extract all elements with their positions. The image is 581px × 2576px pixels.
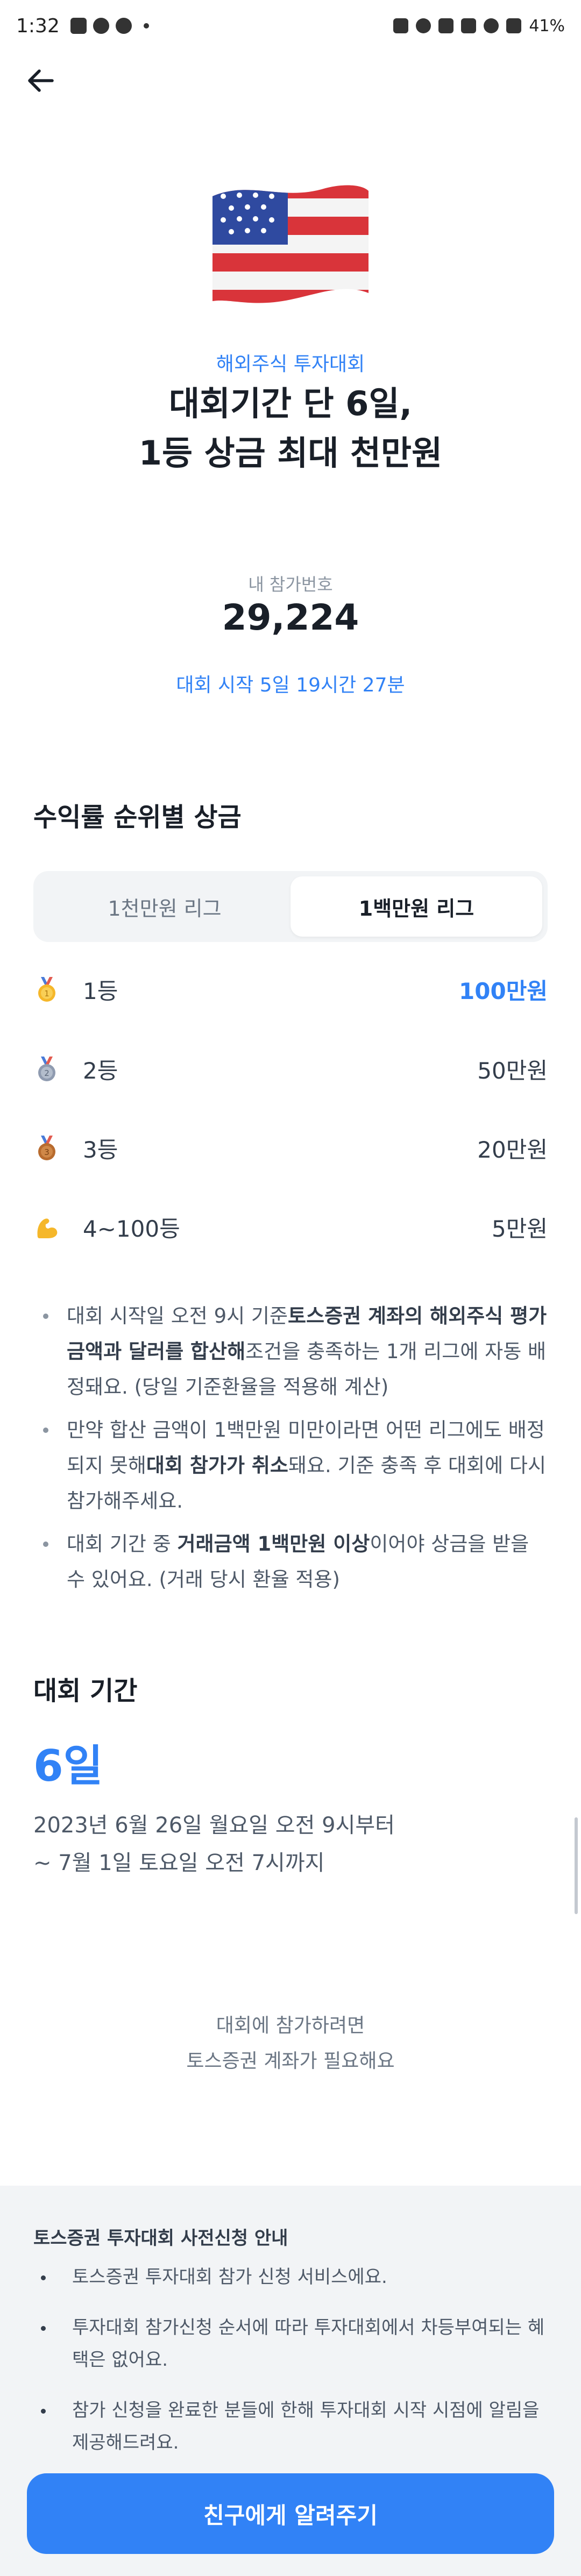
guide-item: 토스증권 투자대회 참가 신청 서비스에요. (33, 2261, 548, 2293)
guide-item: 참가 신청을 완료한 분들에 한해 투자대회 시작 시점에 알림을 제공해드려요… (33, 2394, 548, 2459)
svg-text:1: 1 (44, 989, 49, 998)
share-with-friends-button[interactable]: 친구에게 알려주기 (27, 2473, 554, 2554)
chat-bubble-icon (93, 18, 109, 34)
flexed-bicep-icon (37, 1218, 58, 1238)
headline-line-1: 대회기간 단 6일, (168, 384, 413, 423)
prize-rank: 3등 (83, 1136, 118, 1163)
battery-level: 41% (529, 16, 565, 35)
prize-amount: 5만원 (491, 1215, 548, 1242)
prize-notes: 대회 시작일 오전 9시 기준토스증권 계좌의 해외주식 평가금액과 달러를 합… (33, 1298, 548, 1605)
prize-row-4: 4~100등 5만원 (33, 1203, 548, 1251)
talk-icon (115, 18, 132, 34)
start-countdown: 대회 시작 5일 19시간 27분 (176, 674, 405, 696)
tab-10m-league[interactable]: 1천만원 리그 (39, 876, 290, 937)
contest-category: 해외주식 투자대회 (216, 353, 365, 375)
prize-row-3: 3 3등 20만원 (33, 1124, 548, 1172)
nfc-icon (393, 18, 409, 33)
period-days: 6일 (33, 1741, 103, 1791)
prize-amount: 50만원 (477, 1057, 548, 1084)
silver-medal-icon: 2 (38, 1057, 55, 1081)
back-button[interactable] (22, 62, 59, 99)
guide-title: 토스증권 투자대회 사전신청 안내 (33, 2228, 288, 2249)
alarm-icon (416, 18, 431, 33)
mute-icon (461, 18, 477, 33)
prize-amount: 100만원 (459, 977, 548, 1004)
status-bar: 1:32 41% (0, 0, 581, 52)
us-flag-icon (212, 185, 369, 303)
scrollbar[interactable] (575, 1817, 578, 1914)
prize-section-title: 수익률 순위별 상금 (33, 802, 242, 832)
prize-note-2: 만약 합산 금액이 1백만원 미만이라면 어떤 리그에도 배정되지 못해대회 참… (33, 1412, 548, 1519)
prize-row-2: 2 2등 50만원 (33, 1045, 548, 1093)
entry-number: 29,224 (222, 597, 359, 638)
bronze-medal-icon: 3 (38, 1136, 55, 1160)
gold-medal-icon: 1 (38, 977, 55, 1002)
join-hint: 대회에 참가하려면 토스증권 계좌가 필요해요 (186, 2015, 395, 2072)
entry-number-label: 내 참가번호 (248, 574, 333, 595)
status-time: 1:32 (16, 15, 60, 37)
prize-row-1: 1 1등 100만원 (33, 965, 548, 1014)
gallery-icon (70, 18, 87, 34)
period-end: ~ 7월 1일 토요일 오전 7시까지 (33, 1851, 325, 1875)
prize-rank: 4~100등 (83, 1215, 180, 1242)
back-arrow-icon (28, 69, 54, 92)
period-start: 2023년 6월 26일 월요일 오전 9시부터 (33, 1813, 395, 1838)
league-tabs: 1천만원 리그 1백만원 리그 (33, 871, 548, 942)
svg-text:2: 2 (44, 1068, 49, 1078)
prize-note-3: 대회 기간 중 거래금액 1백만원 이상이어야 상금을 받을 수 있어요. (거… (33, 1526, 548, 1597)
svg-text:3: 3 (44, 1147, 49, 1157)
prize-rank: 1등 (83, 977, 118, 1004)
guide-list: 토스증권 투자대회 참가 신청 서비스에요. 투자대회 참가신청 순서에 따라 … (33, 2261, 548, 2477)
period-range: 2023년 6월 26일 월요일 오전 9시부터 ~ 7월 1일 토요일 오전 … (33, 1807, 395, 1882)
prize-amount: 20만원 (477, 1136, 548, 1163)
signal-icon (506, 18, 522, 33)
bluetooth-icon (438, 18, 454, 33)
wifi-icon (484, 18, 499, 33)
guide-item: 투자대회 참가신청 순서에 따라 투자대회에서 차등부여되는 혜택은 없어요. (33, 2311, 548, 2376)
headline-line-2: 1등 상금 최대 천만원 (138, 433, 443, 473)
tab-1m-league[interactable]: 1백만원 리그 (290, 876, 542, 937)
more-notifications-icon (143, 23, 149, 28)
prize-rank: 2등 (83, 1057, 118, 1084)
prize-note-1: 대회 시작일 오전 9시 기준토스증권 계좌의 해외주식 평가금액과 달러를 합… (33, 1298, 548, 1405)
page-title: 대회기간 단 6일, 1등 상금 최대 천만원 (0, 379, 581, 478)
period-section-title: 대회 기간 (33, 1676, 138, 1706)
